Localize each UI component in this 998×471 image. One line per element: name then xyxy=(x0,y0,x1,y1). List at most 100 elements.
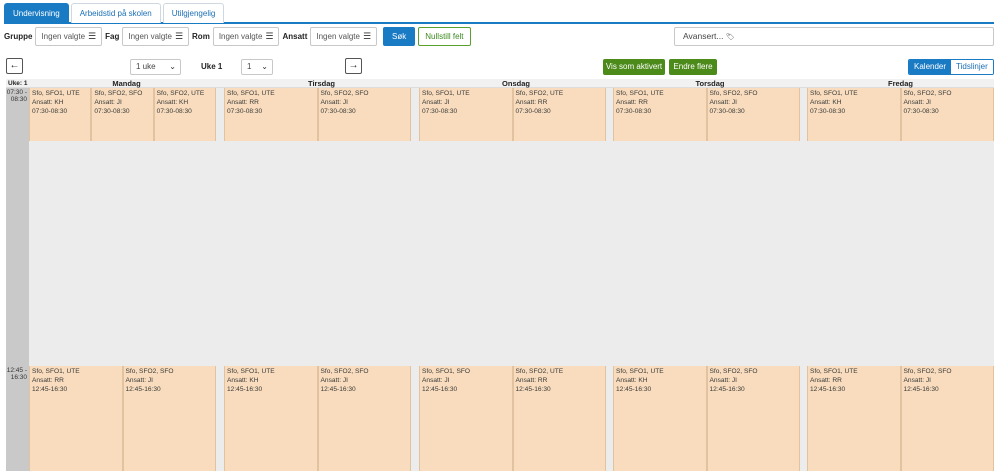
calendar-event[interactable]: Sfo, SFO2, SFO Ansatt: JI 07:30-08:30 xyxy=(317,88,411,141)
morning-time-label: 07:30 - 08:30 xyxy=(6,89,27,103)
tab-arbeidstid[interactable]: Arbeidstid på skolen xyxy=(70,3,161,23)
afternoon-time-label: 12:45 - 16:30 xyxy=(6,367,27,381)
fag-value: Ingen valgte xyxy=(128,32,172,41)
event-title: Sfo, SFO2, SFO xyxy=(903,368,952,375)
view-timelines-button[interactable]: Tidslinjer xyxy=(951,60,993,74)
calendar-event[interactable]: Sfo, SFO2, SFO Ansatt: JI 12:45-16:30 xyxy=(706,366,800,471)
calendar-event[interactable]: Sfo, SFO1, SFO Ansatt: JI 12:45-16:30 xyxy=(419,366,513,471)
calendar-event[interactable]: Sfo, SFO2, SFO Ansatt: JI 12:45-16:30 xyxy=(900,366,994,471)
calendar-event[interactable]: Sfo, SFO1, UTE Ansatt: RR 07:30-08:30 xyxy=(613,88,707,141)
week-select[interactable]: 1 ⌄ xyxy=(241,59,273,75)
rom-value: Ingen valgte xyxy=(218,32,263,41)
calendar-event[interactable]: Sfo, SFO1, UTE Ansatt: KH 07:30-08:30 xyxy=(29,88,92,141)
event-staff: Ansatt: RR xyxy=(515,99,548,106)
prev-week-button[interactable]: ← xyxy=(6,58,23,74)
list-icon: ☰ xyxy=(88,31,97,41)
calendar-event[interactable]: Sfo, SFO2, SFO Ansatt: JI 07:30-08:30 xyxy=(91,88,154,141)
event-title: Sfo, SFO2, SFO xyxy=(709,368,758,375)
list-icon: ☰ xyxy=(362,31,372,41)
search-button[interactable]: Søk xyxy=(383,27,416,46)
event-staff: Ansatt: KH xyxy=(616,377,648,384)
advanced-search-field[interactable]: Avansert... 🏷 xyxy=(674,27,994,46)
event-time: 07:30-08:30 xyxy=(422,108,458,115)
calendar-grid: Uke: 1 07:30 - 08:30 12:45 - 16:30 Mandag S… xyxy=(6,79,994,471)
arrow-left-icon: ← xyxy=(9,60,20,71)
event-time: 12:45-16:30 xyxy=(810,386,846,393)
calendar-event[interactable]: Sfo, SFO1, UTE Ansatt: RR 12:45-16:30 xyxy=(29,366,123,471)
event-time: 07:30-08:30 xyxy=(515,108,551,115)
event-time: 12:45-16:30 xyxy=(515,386,551,393)
event-title: Sfo, SFO2, SFO xyxy=(709,90,758,97)
tab-utilgjengelig[interactable]: Utilgjengelig xyxy=(162,3,225,23)
event-time: 07:30-08:30 xyxy=(903,108,939,115)
event-title: Sfo, SFO2, SFO xyxy=(125,368,174,375)
day-header-tirsdag: Tirsdag xyxy=(308,79,335,88)
view-calendar-button[interactable]: Kalender xyxy=(909,60,952,74)
event-time: 12:45-16:30 xyxy=(709,386,745,393)
event-staff: Ansatt: KH xyxy=(32,99,64,106)
calendar-event[interactable]: Sfo, SFO2, SFO Ansatt: JI 07:30-08:30 xyxy=(900,88,994,141)
show-activated-button[interactable]: Vis som aktivert xyxy=(603,59,665,75)
event-staff: Ansatt: JI xyxy=(903,377,932,384)
day-header-mandag: Mandag xyxy=(112,79,141,88)
event-staff: Ansatt: KH xyxy=(810,99,842,106)
next-week-button[interactable]: → xyxy=(345,58,362,74)
event-time: 07:30-08:30 xyxy=(32,108,68,115)
day-header-fredag: Fredag xyxy=(887,79,913,88)
time-column xyxy=(6,88,29,471)
event-staff: Ansatt: JI xyxy=(320,99,349,106)
event-time: 07:30-08:30 xyxy=(320,108,356,115)
advanced-label: Avansert... xyxy=(683,31,724,41)
event-staff: Ansatt: RR xyxy=(616,99,648,106)
gruppe-label: Gruppe xyxy=(4,32,33,41)
tab-undervisning[interactable]: Undervisning xyxy=(4,3,69,23)
event-title: Sfo, SFO1, UTE xyxy=(32,368,80,375)
event-title: Sfo, SFO2, SFO xyxy=(94,90,143,97)
edit-many-button[interactable]: Endre flere xyxy=(669,59,717,75)
event-time: 12:45-16:30 xyxy=(125,386,161,393)
ansatt-select[interactable]: Ingen valgte ☰ xyxy=(310,27,378,46)
calendar-event[interactable]: Sfo, SFO2, SFO Ansatt: JI 12:45-16:30 xyxy=(122,366,216,471)
calendar-event[interactable]: Sfo, SFO1, UTE Ansatt: KH 07:30-08:30 xyxy=(807,88,901,141)
chevron-down-icon: ⌄ xyxy=(261,62,268,71)
reset-button[interactable]: Nullstill felt xyxy=(418,27,471,46)
calendar-event[interactable]: Sfo, SFO2, SFO Ansatt: JI 12:45-16:30 xyxy=(317,366,411,471)
calendar-event[interactable]: Sfo, SFO1, UTE Ansatt: RR 12:45-16:30 xyxy=(807,366,901,471)
calendar-event[interactable]: Sfo, SFO2, SFO Ansatt: JI 07:30-08:30 xyxy=(706,88,800,141)
event-time: 07:30-08:30 xyxy=(156,108,192,115)
period-select[interactable]: 1 uke ⌄ xyxy=(130,59,181,75)
period-value: 1 uke xyxy=(136,62,156,71)
event-time: 07:30-08:30 xyxy=(709,108,745,115)
gruppe-value: Ingen valgte xyxy=(41,32,86,41)
chevron-down-icon: ⌄ xyxy=(169,62,176,71)
arrow-right-icon: → xyxy=(348,60,359,71)
ansatt-value: Ingen valgte xyxy=(316,32,360,41)
calendar-event[interactable]: Sfo, SFO1, UTE Ansatt: RR 07:30-08:30 xyxy=(224,88,318,141)
fag-label: Fag xyxy=(105,32,120,41)
calendar-event[interactable]: Sfo, SFO2, UTE Ansatt: KH 07:30-08:30 xyxy=(153,88,216,141)
event-title: Sfo, SFO1, UTE xyxy=(616,90,664,97)
calendar-event[interactable]: Sfo, SFO1, UTE Ansatt: KH 12:45-16:30 xyxy=(224,366,318,471)
event-title: Sfo, SFO2, SFO xyxy=(320,90,369,97)
event-staff: Ansatt: JI xyxy=(422,99,450,106)
calendar-event[interactable]: Sfo, SFO2, UTE Ansatt: RR 07:30-08:30 xyxy=(512,88,606,141)
rom-select[interactable]: Ingen valgte ☰ xyxy=(212,27,280,46)
rom-label: Rom xyxy=(192,32,210,41)
event-time: 12:45-16:30 xyxy=(616,386,652,393)
event-staff: Ansatt: JI xyxy=(94,99,122,106)
event-title: Sfo, SFO2, UTE xyxy=(515,90,564,97)
fag-select[interactable]: Ingen valgte ☰ xyxy=(122,27,190,46)
event-staff: Ansatt: JI xyxy=(709,377,738,384)
event-title: Sfo, SFO1, UTE xyxy=(616,368,664,375)
gruppe-select[interactable]: Ingen valgte ☰ xyxy=(35,27,103,46)
event-staff: Ansatt: JI xyxy=(709,99,738,106)
event-staff: Ansatt: JI xyxy=(903,99,932,106)
event-time: 07:30-08:30 xyxy=(227,108,263,115)
event-title: Sfo, SFO1, SFO xyxy=(422,368,471,375)
calendar-event[interactable]: Sfo, SFO2, UTE Ansatt: RR 12:45-16:30 xyxy=(512,366,606,471)
calendar-event[interactable]: Sfo, SFO1, UTE Ansatt: KH 12:45-16:30 xyxy=(613,366,707,471)
day-header-onsdag: Onsdag xyxy=(502,79,530,88)
list-icon: ☰ xyxy=(265,31,274,41)
calendar-event[interactable]: Sfo, SFO1, UTE Ansatt: JI 07:30-08:30 xyxy=(419,88,513,141)
event-title: Sfo, SFO2, UTE xyxy=(515,368,564,375)
